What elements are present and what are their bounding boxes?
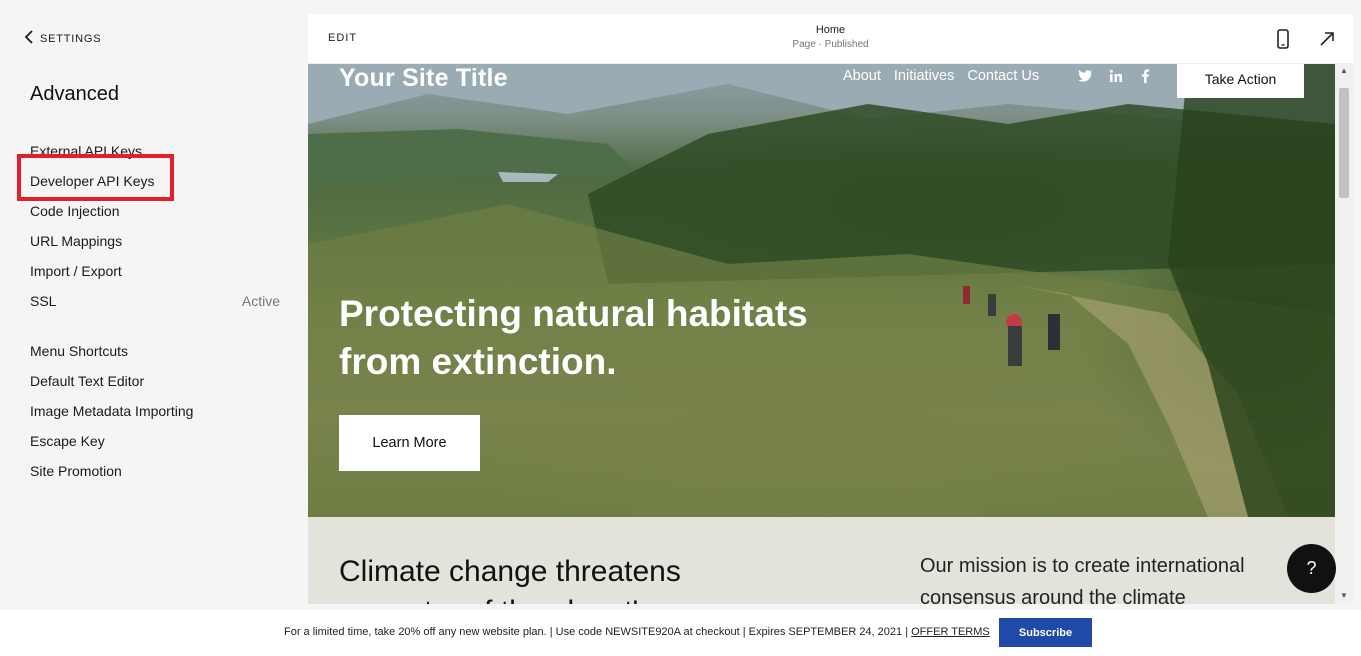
nav-link-about[interactable]: About: [843, 68, 881, 84]
learn-more-button[interactable]: Learn More: [339, 415, 480, 471]
mobile-view-icon[interactable]: [1272, 28, 1294, 50]
settings-sidebar: SETTINGS Advanced External API Keys Deve…: [0, 0, 300, 610]
menu-item-label: Escape Key: [30, 433, 105, 449]
promo-text: For a limited time, take 20% off any new…: [284, 626, 990, 638]
site-navigation: About Initiatives Contact Us: [843, 68, 1039, 84]
menu-item-import-export[interactable]: Import / Export: [30, 256, 280, 286]
back-label: SETTINGS: [40, 32, 102, 45]
preview-toolbar: EDIT Home Page · Published: [308, 14, 1353, 64]
help-button[interactable]: ?: [1287, 544, 1336, 593]
mission-text: consensus around the climate: [920, 587, 1186, 604]
site-preview-frame: EDIT Home Page · Published Your Site Tit…: [308, 14, 1353, 604]
page-info: Home Page · Published: [308, 24, 1353, 50]
menu-item-label: Menu Shortcuts: [30, 343, 129, 359]
menu-item-label: Import / Export: [30, 263, 122, 279]
menu-item-code-injection[interactable]: Code Injection: [30, 196, 280, 226]
menu-item-escape-key[interactable]: Escape Key: [30, 426, 280, 456]
site-title[interactable]: Your Site Title: [339, 64, 508, 93]
promo-message: For a limited time, take 20% off any new…: [284, 626, 912, 638]
ssl-status: Active: [241, 293, 280, 309]
menu-item-label: Site Promotion: [30, 463, 122, 479]
linkedin-icon[interactable]: [1109, 69, 1124, 83]
menu-item-external-api-keys[interactable]: External API Keys: [30, 136, 280, 166]
subscribe-button[interactable]: Subscribe: [999, 618, 1092, 647]
hero-headline-line: from extinction.: [339, 341, 617, 382]
scroll-up-arrow-icon[interactable]: ▲: [1339, 66, 1349, 76]
menu-item-label: Default Text Editor: [30, 373, 145, 389]
menu-item-ssl[interactable]: SSL Active: [30, 286, 280, 316]
social-links: [1078, 69, 1155, 83]
menu-item-developer-api-keys[interactable]: Developer API Keys: [30, 166, 280, 196]
menu-item-label: Developer API Keys: [30, 173, 155, 189]
hero-headline-line: Protecting natural habitats: [339, 293, 808, 334]
chevron-left-icon: [24, 30, 34, 47]
facebook-icon[interactable]: [1140, 69, 1155, 83]
scroll-down-arrow-icon[interactable]: ▼: [1339, 591, 1349, 601]
promo-banner: For a limited time, take 20% off any new…: [0, 610, 1361, 656]
take-action-button[interactable]: Take Action: [1177, 64, 1304, 98]
menu-item-menu-shortcuts[interactable]: Menu Shortcuts: [30, 336, 280, 366]
preview-scrollbar[interactable]: ▲ ▼: [1335, 64, 1353, 604]
nav-link-contact-us[interactable]: Contact Us: [967, 68, 1039, 84]
back-to-settings-link[interactable]: SETTINGS: [24, 30, 101, 47]
menu-divider: [30, 316, 280, 336]
page-name: Home: [815, 24, 846, 36]
hero-section: Your Site Title About Initiatives Contac…: [308, 64, 1335, 517]
menu-item-label: Code Injection: [30, 203, 120, 219]
section-title: Advanced: [30, 83, 119, 105]
menu-item-label: External API Keys: [30, 143, 143, 159]
menu-item-image-metadata-importing[interactable]: Image Metadata Importing: [30, 396, 280, 426]
menu-item-label: URL Mappings: [30, 233, 123, 249]
mission-section: Climate change threatens a quarter of th…: [308, 517, 1335, 604]
section-heading: Climate change threatens: [339, 555, 681, 588]
open-external-icon[interactable]: [1316, 28, 1338, 50]
menu-item-site-promotion[interactable]: Site Promotion: [30, 456, 280, 486]
twitter-icon[interactable]: [1078, 69, 1093, 83]
nav-link-initiatives[interactable]: Initiatives: [894, 68, 954, 84]
menu-item-label: Image Metadata Importing: [30, 403, 194, 419]
page-status: Page · Published: [792, 39, 869, 50]
advanced-menu: External API Keys Developer API Keys Cod…: [30, 136, 280, 486]
menu-item-url-mappings[interactable]: URL Mappings: [30, 226, 280, 256]
offer-terms-link[interactable]: OFFER TERMS: [911, 626, 990, 638]
mission-text: Our mission is to create international: [920, 555, 1245, 577]
section-heading: a quarter of the planet's: [339, 595, 653, 604]
site-content: Your Site Title About Initiatives Contac…: [308, 64, 1335, 604]
menu-item-label: SSL: [30, 293, 57, 309]
scrollbar-thumb[interactable]: [1339, 88, 1349, 198]
menu-item-default-text-editor[interactable]: Default Text Editor: [30, 366, 280, 396]
hero-headline: Protecting natural habitats from extinct…: [339, 290, 899, 386]
